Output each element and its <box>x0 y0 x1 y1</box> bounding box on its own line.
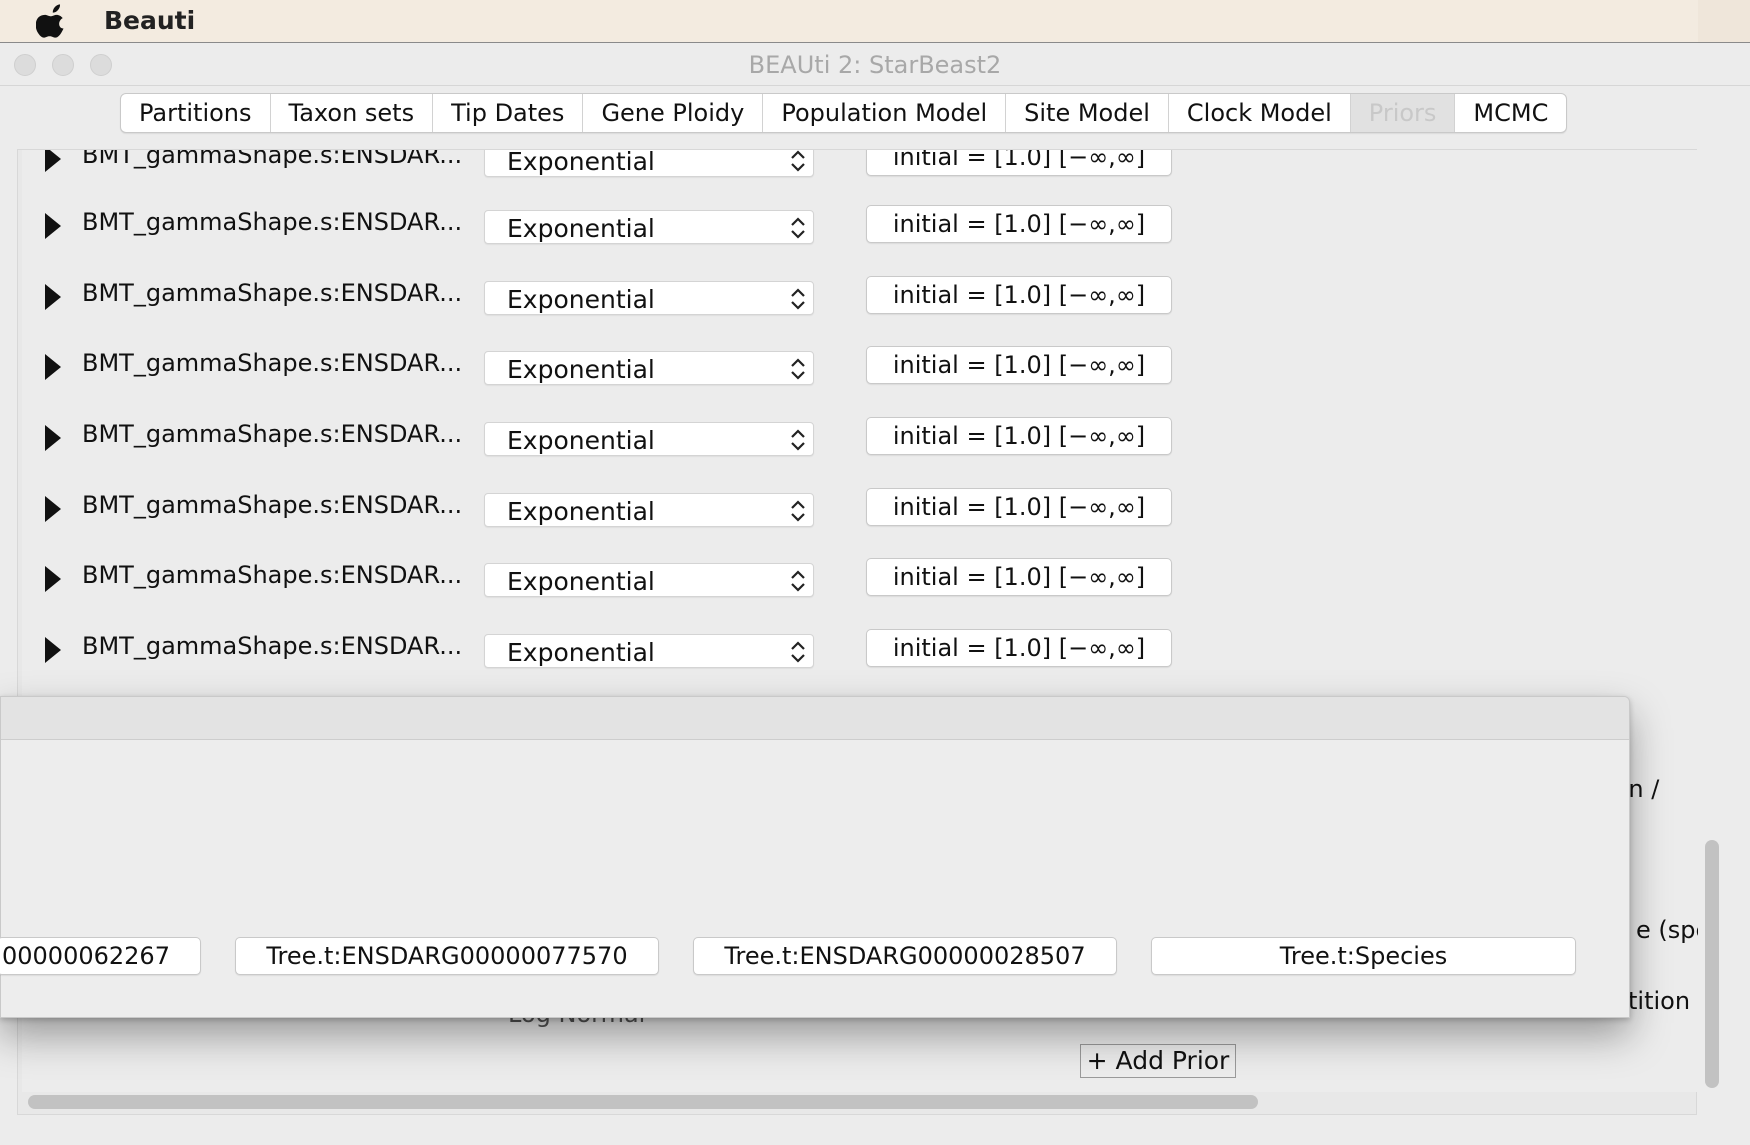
initial-value-button[interactable]: initial = [1.0] [−∞,∞] <box>866 558 1172 596</box>
distribution-value: Exponential <box>507 638 655 667</box>
tab-gene-ploidy[interactable]: Gene Ploidy <box>583 94 764 132</box>
chevron-up-down-icon <box>791 570 805 592</box>
expand-triangle-icon[interactable] <box>45 566 61 592</box>
expand-triangle-icon[interactable] <box>45 150 61 172</box>
expand-triangle-icon[interactable] <box>45 213 61 239</box>
distribution-value: Exponential <box>507 150 655 176</box>
distribution-select[interactable]: Exponential <box>484 210 814 244</box>
tree-popup-window: 00000062267 Tree.t:ENSDARG00000077570 Tr… <box>0 696 1630 1018</box>
prior-row: BMT_gammaShape.s:ENSDAR... Exponential i… <box>22 417 1222 477</box>
distribution-select[interactable]: Exponential <box>484 563 814 597</box>
chevron-up-down-icon <box>791 500 805 522</box>
initial-value-button[interactable]: initial = [1.0] [−∞,∞] <box>866 150 1172 176</box>
prior-row: BMT_gammaShape.s:ENSDAR... Exponential i… <box>22 276 1222 336</box>
tab-population-model[interactable]: Population Model <box>763 94 1007 132</box>
tab-tip-dates[interactable]: Tip Dates <box>433 94 584 132</box>
expand-triangle-icon[interactable] <box>45 496 61 522</box>
prior-name: BMT_gammaShape.s:ENSDAR... <box>82 491 463 519</box>
distribution-value: Exponential <box>507 567 655 596</box>
popup-title-bar[interactable] <box>1 697 1629 740</box>
add-prior-button[interactable]: + Add Prior <box>1080 1044 1236 1078</box>
prior-row: BMT_gammaShape.s:ENSDAR... Exponential i… <box>22 205 1222 265</box>
prior-row: BMT_gammaShape.s:ENSDAR... Exponential i… <box>22 346 1222 406</box>
prior-name: BMT_gammaShape.s:ENSDAR... <box>82 279 463 307</box>
apple-logo-icon[interactable] <box>36 4 68 38</box>
tree-button-partial[interactable]: 00000062267 <box>0 937 201 975</box>
prior-name: BMT_gammaShape.s:ENSDAR... <box>82 150 463 169</box>
distribution-select[interactable]: Exponential <box>484 422 814 456</box>
tab-taxon-sets[interactable]: Taxon sets <box>271 94 434 132</box>
distribution-value: Exponential <box>507 214 655 243</box>
distribution-value: Exponential <box>507 355 655 384</box>
expand-triangle-icon[interactable] <box>45 637 61 663</box>
menu-bar: Beauti <box>0 0 1750 43</box>
chevron-up-down-icon <box>791 288 805 310</box>
distribution-select[interactable]: Exponential <box>484 150 814 177</box>
prior-name: BMT_gammaShape.s:ENSDAR... <box>82 561 463 589</box>
tab-partitions[interactable]: Partitions <box>121 94 271 132</box>
prior-row: BMT_gammaShape.s:ENSDAR... Exponential i… <box>22 558 1222 618</box>
distribution-select[interactable]: Exponential <box>484 351 814 385</box>
prior-row: BMT_gammaShape.s:ENSDAR... Exponential i… <box>22 150 1222 198</box>
window-title: BEAUti 2: StarBeast2 <box>748 51 1002 79</box>
tab-bar: Partitions Taxon sets Tip Dates Gene Plo… <box>120 93 1568 133</box>
initial-value-button[interactable]: initial = [1.0] [−∞,∞] <box>866 276 1172 314</box>
prior-row: BMT_gammaShape.s:ENSDAR... Exponential i… <box>22 488 1222 548</box>
distribution-select[interactable]: Exponential <box>484 281 814 315</box>
prior-name: BMT_gammaShape.s:ENSDAR... <box>82 349 463 377</box>
initial-value-button[interactable]: initial = [1.0] [−∞,∞] <box>866 417 1172 455</box>
initial-value-button[interactable]: initial = [1.0] [−∞,∞] <box>866 629 1172 667</box>
prior-name: BMT_gammaShape.s:ENSDAR... <box>82 208 463 236</box>
app-name[interactable]: Beauti <box>104 6 195 35</box>
chevron-up-down-icon <box>791 150 805 172</box>
prior-name: BMT_gammaShape.s:ENSDAR... <box>82 632 463 660</box>
title-bar[interactable]: BEAUti 2: StarBeast2 <box>0 43 1750 86</box>
tab-clock-model[interactable]: Clock Model <box>1169 94 1351 132</box>
expand-triangle-icon[interactable] <box>45 425 61 451</box>
expand-triangle-icon[interactable] <box>45 354 61 380</box>
chevron-up-down-icon <box>791 217 805 239</box>
initial-value-button[interactable]: initial = [1.0] [−∞,∞] <box>866 346 1172 384</box>
prior-name: BMT_gammaShape.s:ENSDAR... <box>82 420 463 448</box>
initial-value-button[interactable]: initial = [1.0] [−∞,∞] <box>866 488 1172 526</box>
tab-priors[interactable]: Priors <box>1350 94 1456 132</box>
expand-triangle-icon[interactable] <box>45 284 61 310</box>
horizontal-scrollbar[interactable] <box>24 1092 1694 1112</box>
distribution-select[interactable]: Exponential <box>484 634 814 668</box>
tab-site-model[interactable]: Site Model <box>1006 94 1169 132</box>
initial-value-button[interactable]: initial = [1.0] [−∞,∞] <box>866 205 1172 243</box>
chevron-up-down-icon <box>791 429 805 451</box>
vertical-scroll-thumb[interactable] <box>1705 840 1719 1088</box>
distribution-value: Exponential <box>507 426 655 455</box>
distribution-value: Exponential <box>507 497 655 526</box>
chevron-up-down-icon <box>791 641 805 663</box>
tree-button-species[interactable]: Tree.t:Species <box>1151 937 1576 975</box>
distribution-select[interactable]: Exponential <box>484 493 814 527</box>
menubar-right-area <box>1698 0 1750 42</box>
tab-mcmc[interactable]: MCMC <box>1455 94 1566 132</box>
chevron-up-down-icon <box>791 358 805 380</box>
tree-button-ensdarg77570[interactable]: Tree.t:ENSDARG00000077570 <box>235 937 659 975</box>
distribution-value: Exponential <box>507 285 655 314</box>
tree-button-ensdarg28507[interactable]: Tree.t:ENSDARG00000028507 <box>693 937 1117 975</box>
prior-row: BMT_gammaShape.s:ENSDAR... Exponential i… <box>22 629 1222 689</box>
horizontal-scroll-thumb[interactable] <box>28 1095 1258 1109</box>
behind-text-3: tition <box>1628 987 1691 1015</box>
behind-text-2: e (spe <box>1636 916 1698 944</box>
